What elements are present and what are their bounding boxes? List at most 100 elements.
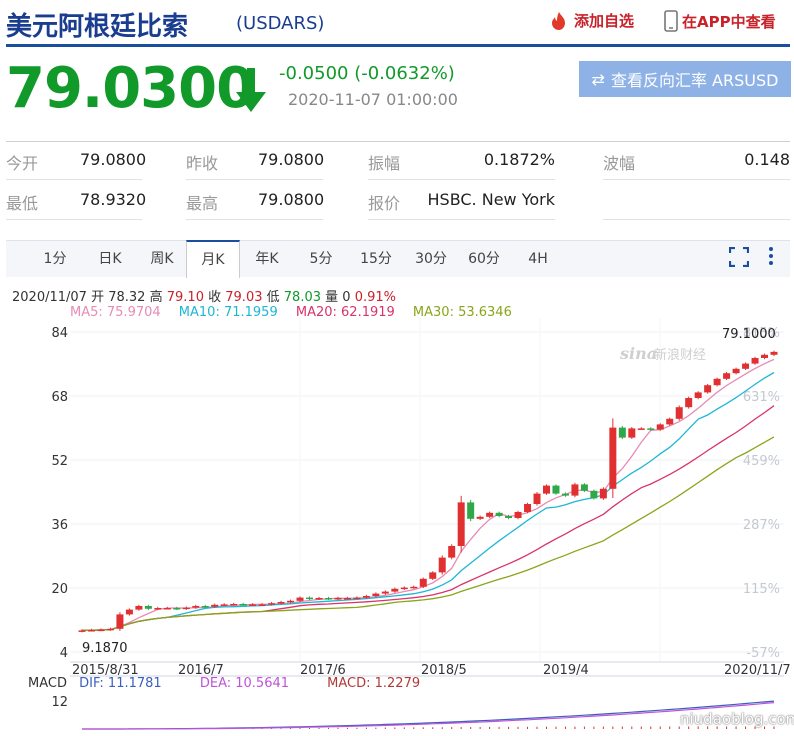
stat-value: 0.1872%: [483, 150, 555, 169]
add-favorite-button[interactable]: 添加自选: [548, 10, 634, 31]
stat-label: 波幅: [603, 154, 636, 173]
stat-separator: [603, 179, 790, 180]
y-tick-label: 84: [51, 326, 68, 341]
stat-label: 最高: [186, 194, 219, 213]
candle-body: [438, 557, 446, 573]
view-in-app-button[interactable]: 在APP中查看: [664, 10, 776, 32]
candle-body: [751, 358, 759, 364]
tab-2[interactable]: 周K: [137, 241, 187, 277]
pct-tick-label: 631%: [743, 390, 780, 405]
candle-body: [230, 604, 238, 606]
x-tick-label: 2020/11/7: [724, 663, 791, 678]
tab-0[interactable]: 1分: [30, 241, 80, 277]
kline-chart[interactable]: sina 新浪财经 84685236204 815%631%459%287%11…: [0, 280, 794, 736]
candle-body: [173, 608, 181, 610]
pct-tick-label: -57%: [746, 646, 780, 661]
current-price: 79.0300: [6, 56, 255, 121]
stat-value: 79.0800: [80, 150, 147, 169]
candle-body: [590, 490, 598, 499]
stat-value: 0.148: [744, 150, 790, 169]
stat-separator: [6, 219, 142, 220]
candle-body: [268, 603, 276, 605]
candle-body: [429, 572, 437, 579]
candle-body: [315, 598, 323, 600]
price-change: -0.0500 (-0.0632%): [279, 63, 455, 84]
tab-8[interactable]: 60分: [457, 241, 511, 277]
stat-value: 79.0800: [258, 150, 325, 169]
more-icon[interactable]: [765, 246, 777, 272]
candle-body: [144, 606, 152, 609]
stats-top-border: [6, 141, 790, 142]
candle-body: [514, 512, 522, 518]
candle-body: [87, 630, 95, 632]
candle-body: [533, 493, 541, 504]
stat-separator: [186, 179, 323, 180]
candle-body: [106, 628, 114, 631]
fullscreen-icon[interactable]: [728, 246, 750, 271]
stat-label: 报价: [368, 194, 401, 213]
candle-body: [419, 578, 427, 587]
add-favorite-label: 添加自选: [574, 12, 635, 30]
candle-body: [628, 428, 636, 438]
candle-body: [182, 607, 190, 610]
y-tick-label: 4: [60, 646, 68, 661]
tab-1[interactable]: 日K: [86, 241, 134, 277]
max-price-label: 79.1000: [722, 327, 776, 342]
y-tick-label: 52: [51, 454, 68, 469]
candle-body: [694, 392, 702, 398]
candle-body: [524, 504, 532, 512]
macd-info: MACD DIF: 11.1781 DEA: 10.5641 MACD: 1.2…: [28, 676, 420, 691]
candle-body: [220, 604, 228, 606]
candle-body: [97, 629, 105, 632]
candle-body: [410, 586, 418, 589]
candle-body: [324, 598, 332, 600]
candle-body: [599, 488, 607, 499]
reverse-rate-button[interactable]: ⇄ 查看反向汇率 ARSUSD: [579, 61, 791, 97]
candle-body: [391, 588, 399, 592]
candle-body: [201, 606, 209, 608]
candle-body: [542, 485, 550, 494]
macd-dea: DEA: 10.5641: [199, 676, 290, 691]
swap-icon: ⇄: [591, 69, 605, 89]
tab-3[interactable]: 月K: [186, 240, 240, 278]
arrow-down-icon: [236, 68, 266, 112]
reverse-rate-label: 查看反向汇率 ARSUSD: [610, 71, 779, 90]
tab-5[interactable]: 5分: [297, 241, 345, 277]
stat-value: 79.0800: [258, 190, 325, 209]
y-tick-label: 20: [51, 582, 68, 597]
header-divider: [6, 44, 790, 47]
candle-body: [457, 502, 465, 546]
candle-body: [704, 385, 712, 393]
tab-4[interactable]: 年K: [242, 241, 292, 277]
ma-line-30: [81, 436, 775, 632]
phone-icon: [664, 10, 678, 32]
view-in-app-label: 在APP中查看: [682, 12, 776, 31]
candle-body: [448, 546, 456, 558]
candle-body: [685, 398, 693, 408]
stat-value: 78.9320: [80, 190, 147, 209]
candle-body: [552, 485, 560, 494]
quote-time: 2020-11-07 01:00:00: [288, 90, 458, 109]
candle-body: [287, 600, 295, 603]
candle-body: [723, 373, 731, 379]
tab-7[interactable]: 30分: [404, 241, 458, 277]
candle-body: [571, 484, 579, 496]
period-tabs: 1分 日K 周K 月K 年K 5分 15分 30分 60分 4H: [6, 240, 790, 278]
tab-6[interactable]: 15分: [349, 241, 403, 277]
candle-body: [125, 609, 133, 615]
stat-separator: [603, 219, 790, 220]
stat-value: HSBC. New York: [427, 190, 556, 209]
candle-body: [343, 598, 351, 600]
pct-tick-label: 287%: [743, 518, 780, 533]
tab-9[interactable]: 4H: [513, 241, 563, 277]
sina-logo: sina 新浪财经: [619, 344, 706, 363]
flame-icon: [552, 11, 565, 30]
watermark: niudaoblog.com: [680, 710, 794, 728]
candle-body: [154, 608, 162, 610]
macd-value: MACD: 1.2279: [327, 676, 421, 691]
y-tick-label: 68: [51, 390, 68, 405]
y-tick-label: 36: [51, 518, 68, 533]
candle-body: [495, 512, 503, 516]
symbol-code: (USDARS): [236, 13, 325, 34]
candle-body: [192, 606, 200, 608]
